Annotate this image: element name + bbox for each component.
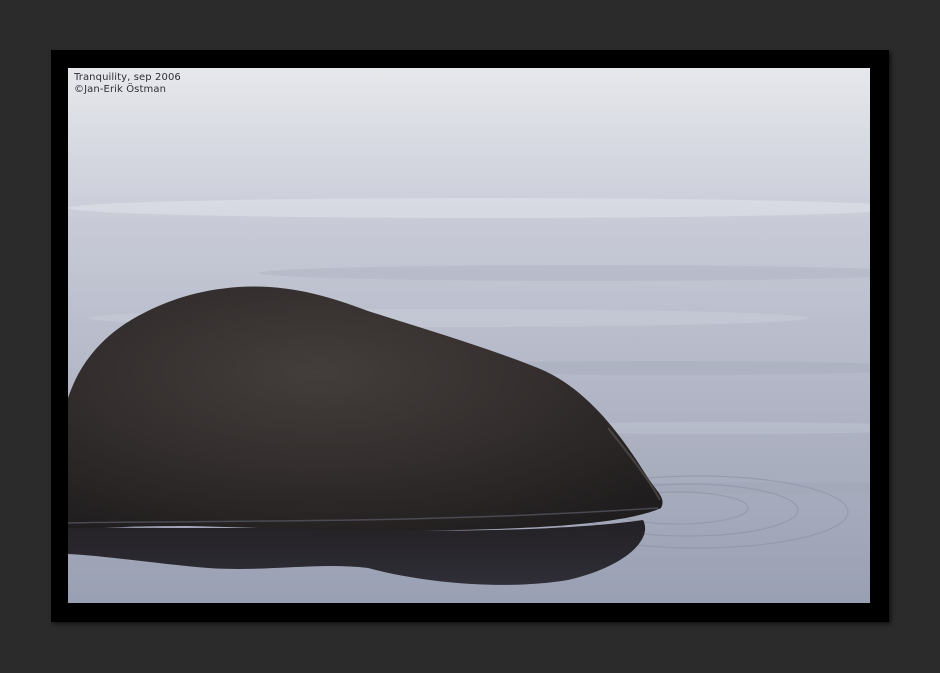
page: Tranquility, sep 2006 ©Jan-Erik Östman <box>0 0 940 673</box>
caption-title: Tranquility, sep 2006 <box>74 72 181 83</box>
photograph <box>68 68 870 603</box>
photo-caption: Tranquility, sep 2006 ©Jan-Erik Östman <box>74 72 181 96</box>
caption-credit: ©Jan-Erik Östman <box>74 84 167 95</box>
photo-illustration <box>68 68 870 603</box>
